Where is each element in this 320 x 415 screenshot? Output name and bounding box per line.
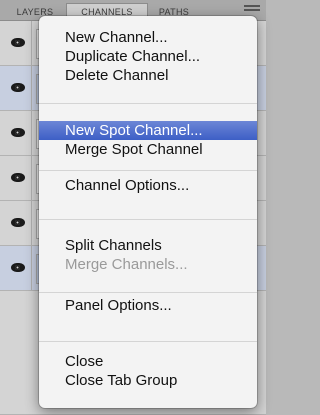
eye-icon (11, 263, 25, 272)
channels-panel-menu: New Channel... Duplicate Channel... Dele… (39, 16, 257, 408)
visibility-toggle[interactable] (3, 66, 32, 110)
menu-separator (39, 219, 257, 220)
visibility-toggle[interactable] (3, 111, 32, 155)
eye-icon (11, 218, 25, 227)
menu-item-merge-channels: Merge Channels... (65, 256, 188, 273)
panel-menu-button[interactable] (244, 5, 260, 15)
menu-lines-icon (244, 5, 260, 7)
menu-item-merge-spot-channel[interactable]: Merge Spot Channel (39, 140, 257, 159)
eye-icon (11, 173, 25, 182)
eye-icon (11, 38, 25, 47)
menu-item-new-spot-channel[interactable]: New Spot Channel... (39, 121, 257, 140)
menu-separator (39, 103, 257, 104)
menu-item-new-channel[interactable]: New Channel... (39, 28, 257, 47)
visibility-toggle[interactable] (3, 246, 32, 290)
menu-item-delete-channel[interactable]: Delete Channel (39, 66, 257, 85)
eye-icon (11, 83, 25, 92)
menu-item-close-tab-group[interactable]: Close Tab Group (39, 371, 257, 390)
menu-item-split-channels[interactable]: Split Channels (39, 236, 257, 255)
menu-item-close[interactable]: Close (39, 352, 257, 371)
visibility-toggle[interactable] (3, 156, 32, 200)
menu-separator (39, 170, 257, 171)
menu-separator (39, 292, 257, 293)
menu-separator (39, 341, 257, 342)
menu-item-duplicate-channel[interactable]: Duplicate Channel... (39, 47, 257, 66)
visibility-toggle[interactable] (3, 201, 32, 245)
menu-item-channel-options[interactable]: Channel Options... (39, 176, 257, 195)
menu-item-panel-options[interactable]: Panel Options... (39, 296, 257, 315)
visibility-toggle[interactable] (3, 21, 32, 65)
eye-icon (11, 128, 25, 137)
